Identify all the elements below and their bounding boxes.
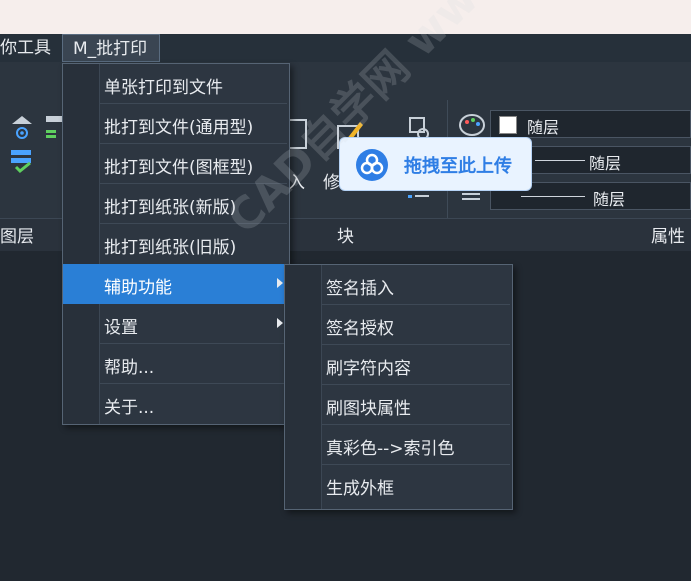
menu-item-label: 生成外框 (326, 479, 394, 499)
submenu-item-brush-text[interactable]: 刷字符内容 (285, 345, 512, 385)
menu-item-label: 签名授权 (326, 319, 394, 339)
menu-item-help[interactable]: 帮助... (63, 344, 289, 384)
menu-item-label: 关于... (104, 398, 155, 418)
drag-upload-badge[interactable]: 拖拽至此上传 (339, 137, 532, 191)
menu-item-label: 批打到纸张(旧版) (104, 238, 237, 258)
insert-label: 入 (288, 173, 305, 193)
menu-item-label: 辅助功能 (104, 278, 172, 298)
layer-lock-icon[interactable] (8, 146, 36, 178)
menu-bar: 你工具 M_批打印 (0, 34, 691, 62)
menu-item-auxiliary[interactable]: 辅助功能 (63, 264, 289, 304)
linetype-preview (535, 160, 585, 161)
upload-label: 拖拽至此上传 (404, 156, 512, 177)
menu-item-label: 批打到文件(图框型) (104, 158, 254, 178)
menu-item-batch-file-general[interactable]: 批打到文件(通用型) (63, 104, 289, 144)
menu-item-label: 签名插入 (326, 279, 394, 299)
menu-item-label: 单张打印到文件 (104, 78, 223, 98)
layer-freeze-icon[interactable] (8, 112, 36, 146)
menu-batch-print[interactable]: M_批打印 (62, 34, 160, 62)
submenu-item-signature-insert[interactable]: 签名插入 (285, 265, 512, 305)
submenu-item-signature-auth[interactable]: 签名授权 (285, 305, 512, 345)
modify-label: 修 (323, 173, 340, 193)
lineweight-preview (521, 196, 585, 197)
menu-item-label: 帮助... (104, 358, 155, 378)
color-value: 随层 (527, 118, 560, 137)
menu-item-label: 批打到文件(通用型) (104, 118, 254, 138)
menu-item-batch-paper-old[interactable]: 批打到纸张(旧版) (63, 224, 289, 264)
batch-print-menu: 单张打印到文件 批打到文件(通用型) 批打到文件(图框型) 批打到纸张(新版) … (62, 63, 290, 425)
layer-panel-label: 图层 (0, 227, 34, 247)
menu-item-single-print[interactable]: 单张打印到文件 (63, 64, 289, 104)
menu-item-label: 刷字符内容 (326, 359, 411, 379)
linetype-value: 随层 (589, 154, 622, 173)
submenu-item-brush-block-attr[interactable]: 刷图块属性 (285, 385, 512, 425)
menu-tools[interactable]: 你工具 (0, 34, 51, 62)
window-top-strip (0, 0, 691, 34)
menu-item-batch-file-frame[interactable]: 批打到文件(图框型) (63, 144, 289, 184)
auxiliary-submenu: 签名插入 签名授权 刷字符内容 刷图块属性 真彩色-->索引色 生成外框 (284, 264, 513, 510)
submenu-item-truecolor-index[interactable]: 真彩色-->索引色 (285, 425, 512, 465)
cloud-upload-icon (356, 149, 388, 181)
color-swatch (499, 116, 517, 134)
submenu-arrow-icon (277, 278, 283, 288)
menu-item-label: 刷图块属性 (326, 399, 411, 419)
menu-item-label: 真彩色-->索引色 (326, 439, 455, 459)
menu-item-label: 设置 (104, 318, 138, 338)
menu-item-batch-paper-new[interactable]: 批打到纸张(新版) (63, 184, 289, 224)
block-panel-label: 块 (337, 227, 354, 247)
properties-panel-label: 属性 (651, 227, 685, 247)
submenu-item-generate-frame[interactable]: 生成外框 (285, 465, 512, 505)
menu-item-label: 批打到纸张(新版) (104, 198, 237, 218)
menu-item-about[interactable]: 关于... (63, 384, 289, 424)
menu-item-settings[interactable]: 设置 (63, 304, 289, 344)
submenu-arrow-icon (277, 318, 283, 328)
color-select[interactable]: 随层 (490, 110, 691, 138)
lineweight-value: 随层 (593, 190, 626, 209)
